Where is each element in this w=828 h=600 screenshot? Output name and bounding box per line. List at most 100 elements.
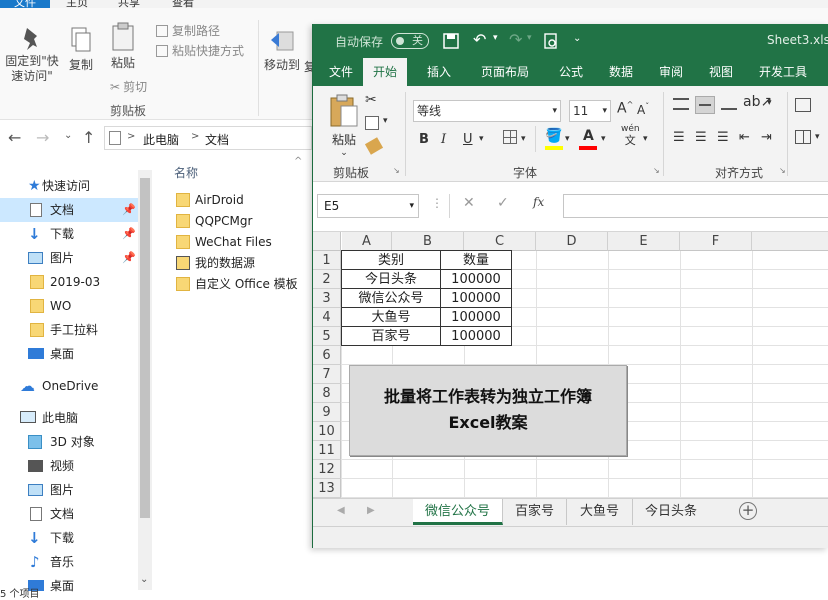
tab-5[interactable]: 数据: [609, 58, 633, 86]
tab-4[interactable]: 公式: [559, 58, 583, 86]
tab-view[interactable]: 查看: [172, 0, 194, 9]
tab-6[interactable]: 审阅: [659, 58, 683, 86]
select-all-corner[interactable]: [313, 232, 341, 251]
borders-icon[interactable]: [503, 130, 517, 144]
column-header[interactable]: A: [342, 232, 392, 251]
format-painter-icon[interactable]: [364, 137, 384, 155]
font-color-dropdown-icon[interactable]: ▾: [601, 134, 606, 144]
column-header[interactable]: C: [464, 232, 536, 251]
font-size-select[interactable]: 11 ▾: [569, 100, 611, 122]
nav-item[interactable]: ♪ 音乐: [0, 550, 140, 574]
fill-color-dropdown-icon[interactable]: ▾: [565, 134, 570, 144]
wrap-text-icon[interactable]: [795, 98, 811, 112]
add-sheet-icon[interactable]: +: [739, 502, 757, 520]
underline-dropdown-icon[interactable]: ▾: [479, 134, 484, 144]
table-cell[interactable]: 今日头条: [341, 269, 441, 289]
nav-item[interactable]: 手工拉料: [0, 318, 140, 342]
nav-item[interactable]: 文档: [0, 502, 140, 526]
sheet-tab[interactable]: 微信公众号: [413, 499, 503, 525]
copy-dropdown-icon[interactable]: ▾: [383, 116, 388, 126]
column-header[interactable]: F: [680, 232, 752, 251]
row-header[interactable]: 4: [313, 308, 341, 327]
nav-item[interactable]: 文档 📌: [0, 198, 140, 222]
tab-share[interactable]: 共享: [118, 0, 140, 9]
orientation-dropdown-icon[interactable]: ▾: [767, 98, 772, 108]
nav-item[interactable]: 图片: [0, 478, 140, 502]
undo-icon[interactable]: ↶: [473, 30, 486, 49]
table-cell[interactable]: 100000: [440, 288, 512, 308]
nav-scrollbar-thumb[interactable]: [140, 178, 150, 518]
merge-center-icon[interactable]: [795, 130, 811, 144]
nav-item[interactable]: ↓ 下载: [0, 526, 140, 550]
nav-item[interactable]: 视频: [0, 454, 140, 478]
row-header[interactable]: 9: [313, 403, 341, 422]
move-to-button[interactable]: 移动到: [262, 26, 302, 73]
paste-button[interactable]: 粘贴 ⌄: [327, 94, 361, 158]
tab-1[interactable]: 开始: [363, 58, 408, 86]
alignment-launcher-icon[interactable]: ↘: [779, 166, 786, 175]
copy-path-button[interactable]: 复制路径: [156, 22, 220, 39]
sheet-tab[interactable]: 大鱼号: [567, 499, 633, 525]
row-header[interactable]: 7: [313, 365, 341, 384]
up-arrow-icon[interactable]: ↑: [82, 128, 95, 147]
table-cell[interactable]: 大鱼号: [341, 307, 441, 327]
font-color-icon[interactable]: A: [583, 128, 594, 144]
clipboard-launcher-icon[interactable]: ↘: [393, 166, 400, 175]
row-header[interactable]: 13: [313, 479, 341, 498]
sheet-tab[interactable]: 今日头条: [633, 499, 709, 525]
increase-indent-icon[interactable]: ⇥: [761, 130, 772, 145]
tab-file[interactable]: 文件: [0, 0, 50, 9]
insert-function-icon[interactable]: fx: [533, 195, 544, 209]
decrease-indent-icon[interactable]: ⇤: [739, 130, 750, 145]
nav-item[interactable]: ★ 快速访问: [0, 174, 140, 198]
align-bottom-icon[interactable]: [721, 98, 737, 110]
italic-button[interactable]: I: [441, 132, 446, 147]
nav-item[interactable]: 桌面: [0, 342, 140, 366]
forward-icon[interactable]: →: [36, 128, 49, 147]
tab-2[interactable]: 插入: [427, 58, 451, 86]
nav-item[interactable]: 2019-03: [0, 270, 140, 294]
phonetic-dropdown-icon[interactable]: ▾: [643, 134, 648, 144]
font-name-select[interactable]: 等线 ▾: [413, 100, 561, 122]
back-icon[interactable]: ←: [8, 128, 21, 147]
cut-button[interactable]: ✂ 剪切: [110, 78, 147, 95]
table-cell[interactable]: 百家号: [341, 326, 441, 346]
font-launcher-icon[interactable]: ↘: [653, 166, 660, 175]
worksheet-grid[interactable]: ABCDEF 1 2 3 4 5 6 7 8 9 10 11 12 13 类别 数量 今日头条 100000 微…: [313, 232, 828, 498]
row-header[interactable]: 1: [313, 251, 341, 270]
autosave-toggle[interactable]: 关: [391, 33, 429, 49]
convert-sheets-button[interactable]: 批量将工作表转为独立工作簿 Excel教案: [349, 365, 627, 456]
row-header[interactable]: 6: [313, 346, 341, 365]
paste-button[interactable]: 粘贴: [106, 22, 140, 71]
tab-7[interactable]: 视图: [709, 58, 733, 86]
pin-icon[interactable]: 📌: [122, 198, 136, 222]
tab-8[interactable]: 开发工具: [759, 58, 807, 86]
shrink-font-button[interactable]: Aˇ: [637, 102, 649, 117]
pin-icon[interactable]: 📌: [122, 246, 136, 270]
breadcrumb-this-pc[interactable]: 此电脑: [143, 131, 179, 148]
row-header[interactable]: 8: [313, 384, 341, 403]
formula-bar-grip-icon[interactable]: ⋮: [431, 196, 443, 210]
print-preview-icon[interactable]: [543, 33, 559, 49]
recent-chevron-down-icon[interactable]: ⌄: [64, 130, 72, 141]
phonetic-guide-button[interactable]: wén 文: [621, 124, 640, 146]
tab-home[interactable]: 主页: [66, 0, 88, 9]
sheet-tab[interactable]: 百家号: [503, 499, 567, 525]
save-icon[interactable]: [443, 33, 459, 49]
paste-shortcut-button[interactable]: 粘贴快捷方式: [156, 42, 244, 59]
name-column-header[interactable]: 名称: [174, 164, 198, 181]
align-center-icon[interactable]: ☰: [695, 130, 707, 145]
nav-item[interactable]: WO: [0, 294, 140, 318]
underline-button[interactable]: U: [463, 132, 473, 147]
nav-item[interactable]: 图片 📌: [0, 246, 140, 270]
scroll-down-icon[interactable]: ⌄: [140, 574, 148, 585]
pin-icon[interactable]: 📌: [122, 222, 136, 246]
align-middle-icon[interactable]: [695, 96, 715, 114]
align-left-icon[interactable]: ☰: [673, 130, 685, 145]
nav-item[interactable]: ☁ OneDrive: [0, 374, 140, 398]
breadcrumb-documents[interactable]: 文档: [205, 131, 229, 148]
borders-dropdown-icon[interactable]: ▾: [521, 134, 526, 144]
paste-dropdown-icon[interactable]: ⌄: [327, 148, 361, 158]
address-bar[interactable]: > 此电脑 > 文档: [104, 126, 312, 150]
table-cell[interactable]: 类别: [341, 250, 441, 270]
